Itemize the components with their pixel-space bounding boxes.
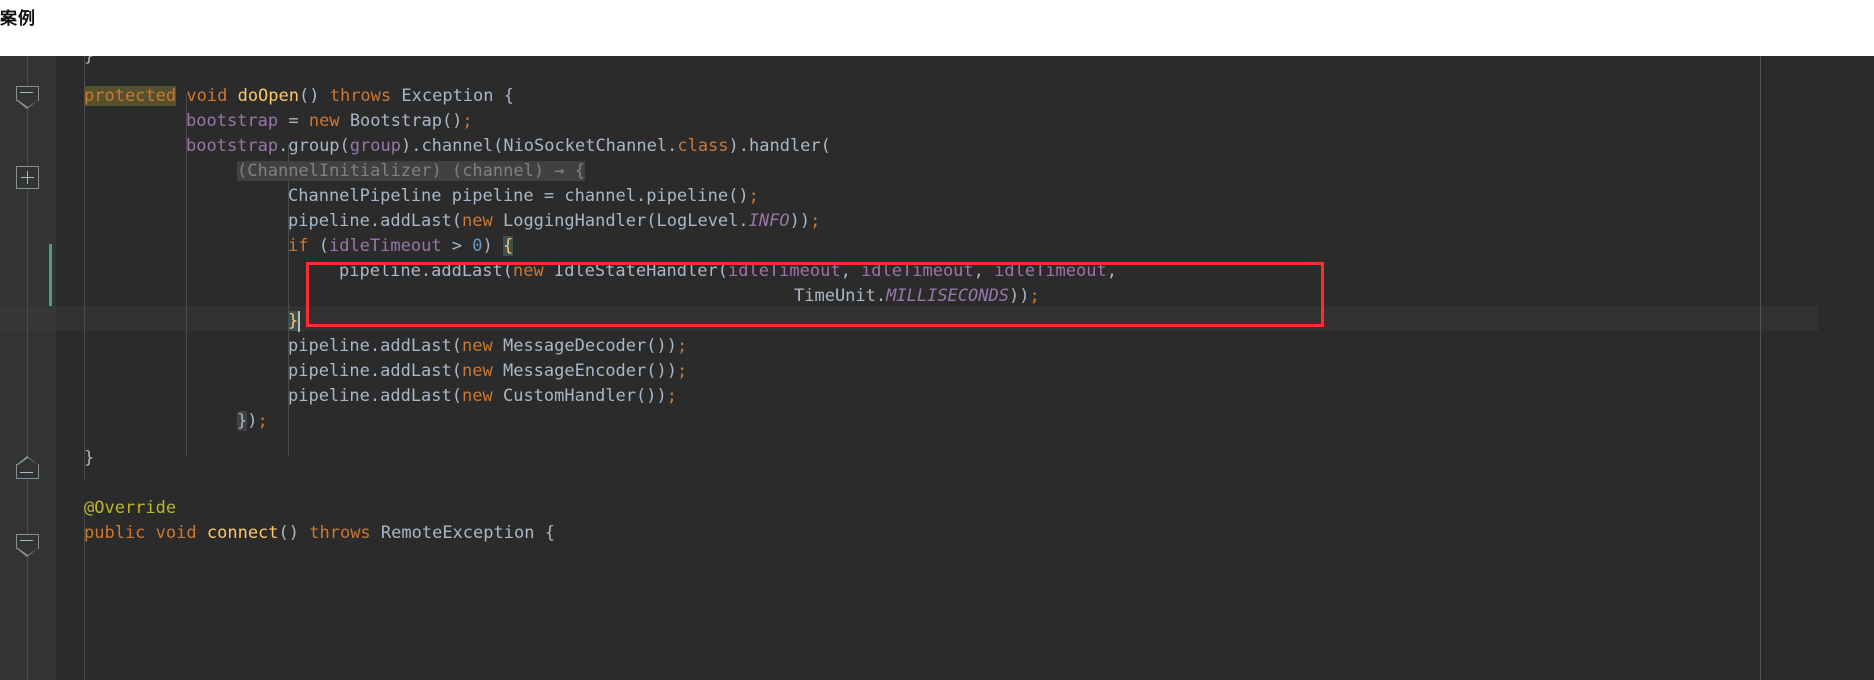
- fold-collapse-icon-2[interactable]: [16, 534, 39, 557]
- code-line[interactable]: }: [84, 56, 94, 69]
- token-type-loglevel: LogLevel: [656, 211, 739, 231]
- token-folded-lambda: (ChannelInitializer) (channel) → {: [237, 161, 586, 181]
- code-line-logging-handler[interactable]: pipeline.addLast(new LoggingHandler(LogL…: [288, 209, 820, 234]
- vcs-change-marker[interactable]: [49, 244, 52, 306]
- token-keyword-new-5: new: [462, 361, 493, 381]
- token-field-bootstrap-2: bootstrap: [186, 136, 279, 156]
- token-type-remoteexception: RemoteException: [380, 523, 535, 543]
- token-keyword-protected: protected: [84, 86, 177, 106]
- token-field-bootstrap: bootstrap: [186, 111, 279, 131]
- token-keyword-new-6: new: [462, 386, 493, 406]
- token-keyword-throws-2: throws: [309, 523, 371, 543]
- code-line-close-lambda[interactable]: });: [237, 409, 268, 434]
- text-caret: [298, 311, 300, 332]
- code-line-message-encoder[interactable]: pipeline.addLast(new MessageEncoder());: [288, 359, 687, 384]
- token-keyword-new-3: new: [513, 261, 544, 281]
- screenshot-root: 案例} protected void doOpen() throws Exce…: [0, 0, 1874, 680]
- brace-match-close: }: [288, 311, 299, 331]
- folded-lambda-close-brace: }: [237, 411, 248, 431]
- code-content[interactable]: } protected void doOpen() throws Excepti…: [56, 56, 1874, 680]
- token-annotation-override: @Override: [84, 498, 177, 518]
- code-line-channel-initializer[interactable]: (ChannelInitializer) (channel) → {: [237, 159, 586, 184]
- token-keyword-void: void: [186, 86, 228, 106]
- token-type-channelpipeline: ChannelPipeline: [288, 186, 442, 206]
- token-method-doopen: doOpen: [237, 86, 299, 106]
- code-line-connect[interactable]: public void connect() throws RemoteExcep…: [84, 521, 555, 546]
- token-keyword-void-2: void: [155, 523, 197, 543]
- token-field-idletimeout: idleTimeout: [328, 236, 442, 256]
- fold-end-icon[interactable]: [16, 456, 39, 479]
- code-line-close-if[interactable]: }: [288, 309, 300, 334]
- code-line-close-method[interactable]: }: [84, 446, 94, 471]
- token-type-niosocketchannel: NioSocketChannel: [503, 136, 668, 156]
- code-line-idle-state-handler[interactable]: pipeline.addLast(new IdleStateHandler(id…: [339, 259, 1117, 284]
- token-keyword-new-4: new: [462, 336, 493, 356]
- token-const-milliseconds: MILLISECONDS: [886, 286, 1009, 306]
- indent-guide: [84, 56, 85, 481]
- editor-gutter[interactable]: [0, 56, 56, 680]
- code-line-message-decoder[interactable]: pipeline.addLast(new MessageDecoder());: [288, 334, 687, 359]
- current-line-gutter-highlight: [0, 306, 56, 331]
- brace-match-open: {: [503, 236, 514, 256]
- code-line-bootstrap-new[interactable]: bootstrap = new Bootstrap();: [186, 109, 473, 134]
- fold-region-line: [27, 56, 28, 680]
- code-line-override-annotation[interactable]: @Override: [84, 496, 176, 521]
- token-type-idlestatehandler: IdleStateHandler: [553, 261, 718, 281]
- token-type-customhandler: CustomHandler: [502, 386, 637, 406]
- token-field-idletimeout-1: idleTimeout: [727, 261, 841, 281]
- right-margin-guide: [1760, 56, 1761, 680]
- code-line-channel-pipeline[interactable]: ChannelPipeline pipeline = channel.pipel…: [288, 184, 759, 209]
- fold-expand-icon[interactable]: [16, 166, 39, 189]
- token-keyword-if: if: [288, 236, 309, 256]
- token-type-messagedecoder: MessageDecoder: [502, 336, 647, 356]
- code-line-timeunit-milliseconds[interactable]: TimeUnit.MILLISECONDS));: [794, 284, 1040, 309]
- code-editor[interactable]: } protected void doOpen() throws Excepti…: [0, 56, 1874, 680]
- token-keyword-new-2: new: [462, 211, 493, 231]
- token-method-connect: connect: [206, 523, 279, 543]
- page-header: 案例: [0, 0, 1874, 56]
- token-type-logginghandler: LoggingHandler: [502, 211, 647, 231]
- code-line-custom-handler[interactable]: pipeline.addLast(new CustomHandler());: [288, 384, 677, 409]
- token-field-idletimeout-3: idleTimeout: [994, 261, 1107, 281]
- token-number-zero: 0: [472, 236, 483, 256]
- code-line-bootstrap-group[interactable]: bootstrap.group(group).channel(NioSocket…: [186, 134, 831, 159]
- code-line-do-open[interactable]: protected void doOpen() throws Exception…: [84, 84, 514, 109]
- token-keyword-public: public: [84, 523, 146, 543]
- token-const-info: INFO: [748, 211, 790, 231]
- code-line-if-idle-timeout[interactable]: if (idleTimeout > 0) {: [288, 234, 514, 259]
- token-type-exception: Exception: [401, 86, 494, 106]
- token-field-idletimeout-2: idleTimeout: [861, 261, 974, 281]
- token-field-group: group: [349, 136, 401, 156]
- token-keyword-throws: throws: [329, 86, 392, 106]
- page-title: 案例: [0, 9, 36, 29]
- token-type-bootstrap: Bootstrap: [349, 111, 442, 131]
- token-keyword-new: new: [308, 111, 340, 131]
- fold-collapse-icon[interactable]: [16, 86, 39, 109]
- token-type-messageencoder: MessageEncoder: [502, 361, 647, 381]
- token-type-timeunit: TimeUnit: [794, 286, 876, 306]
